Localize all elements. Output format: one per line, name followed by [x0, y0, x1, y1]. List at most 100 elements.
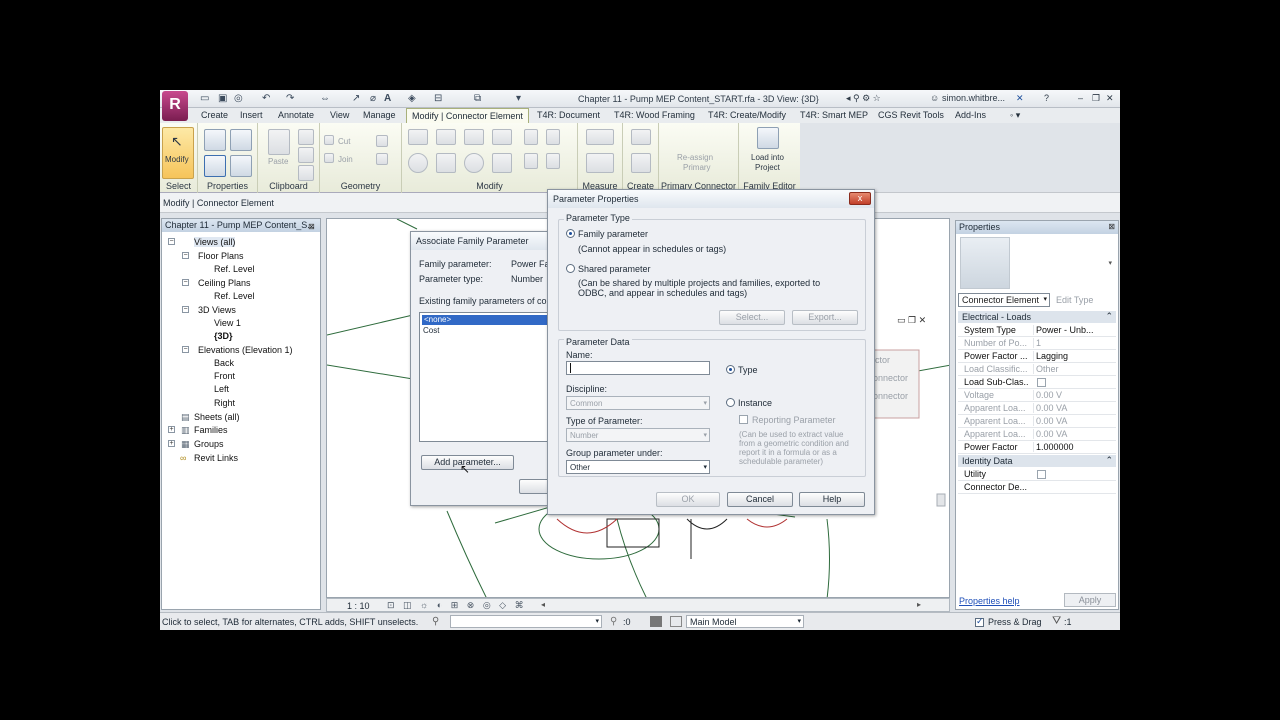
tab-t4r-create-modify[interactable]: T4R: Create/Modify [708, 110, 786, 120]
list-item[interactable]: Cost [423, 326, 439, 335]
view-3d-icon[interactable]: ◈ [408, 93, 416, 104]
instance-radio[interactable] [726, 398, 735, 407]
edit-type-button[interactable]: Edit Type [1056, 295, 1093, 305]
tab-annotate[interactable]: Annotate [278, 110, 314, 120]
tag-icon[interactable]: ⌀ [370, 93, 376, 104]
prop-row[interactable]: Voltage 0.00 V [958, 389, 1116, 402]
tab-t4r-smart-mep[interactable]: T4R: Smart MEP [800, 110, 868, 120]
sync-icon[interactable]: ◎ [234, 93, 243, 104]
family-parameter-option-label[interactable]: Family parameter [578, 229, 648, 239]
close-window-icon[interactable]: ✕ [1106, 93, 1114, 104]
prop-row[interactable]: Apparent Loa... 0.00 VA [958, 402, 1116, 415]
workset-icon[interactable]: ⚲ [432, 616, 439, 627]
scale-icon[interactable] [546, 153, 560, 169]
prop-row[interactable]: Power Factor 1.000000 [958, 441, 1116, 454]
application-menu-button[interactable]: R [162, 91, 188, 121]
design-option-dropdown[interactable]: Main Model ▾ [686, 615, 804, 628]
pin-icon[interactable] [546, 129, 560, 145]
reassign-label[interactable]: Re-assign [677, 153, 713, 162]
mirror-draw-icon[interactable] [492, 129, 512, 145]
reassign-label-2[interactable]: Primary [683, 163, 711, 172]
ribbon-options-icon[interactable]: ◦ ▾ [1010, 110, 1020, 121]
restore-icon[interactable]: ❐ [1092, 93, 1100, 104]
tab-manage[interactable]: Manage [363, 110, 396, 120]
prop-value[interactable]: 1 [1033, 338, 1105, 348]
design-options-icon[interactable] [650, 616, 662, 627]
model-icon[interactable] [670, 616, 682, 627]
undo-icon[interactable]: ↶ [262, 93, 270, 104]
split-icon[interactable] [524, 129, 538, 145]
tab-add-ins[interactable]: Add-Ins [955, 110, 986, 120]
tab-insert[interactable]: Insert [240, 110, 263, 120]
tree-elevations[interactable]: Elevations (Elevation 1) [198, 345, 293, 355]
shared-parameter-option-label[interactable]: Shared parameter [578, 264, 651, 274]
aligned-dimension-icon[interactable] [586, 153, 614, 173]
type-of-parameter-dropdown[interactable]: Number ▾ [566, 428, 710, 442]
cut-geometry-icon[interactable] [324, 135, 334, 145]
view-window-controls-icon[interactable]: ▭ ❐ ✕ [897, 315, 926, 326]
measure-between-icon[interactable] [586, 129, 614, 145]
type-radio[interactable] [726, 365, 735, 374]
panel-select-label[interactable]: Select [160, 181, 197, 191]
search-icon[interactable]: ◂ ⚲ ⚙ ☆ [846, 93, 881, 104]
create-similar-icon[interactable] [631, 129, 651, 145]
wall-joins-icon[interactable] [376, 135, 388, 147]
prop-row[interactable]: Power Factor ... Lagging [958, 350, 1116, 363]
tab-cgs-revit-tools[interactable]: CGS Revit Tools [878, 110, 944, 120]
tree-ceiling-ref-level[interactable]: Ref. Level [214, 291, 255, 301]
tree-view-3d[interactable]: {3D} [214, 331, 233, 341]
tree-elevation-left[interactable]: Left [214, 384, 229, 394]
type-radio-label[interactable]: Type [738, 365, 758, 375]
existing-parameters-list[interactable]: <none> Cost [419, 312, 553, 442]
group-identity-data[interactable]: Identity Data ⌃ [958, 455, 1116, 467]
properties-icon[interactable] [204, 155, 226, 177]
discipline-dropdown[interactable]: Common ▾ [566, 396, 710, 410]
tree-views-all[interactable]: Views (all) [194, 237, 236, 247]
list-item[interactable]: <none> [422, 315, 552, 325]
tree-families[interactable]: Families [194, 425, 228, 435]
prop-row[interactable]: Load Sub-Clas... [958, 376, 1116, 389]
prop-value[interactable]: 0.00 V [1033, 390, 1105, 400]
tree-elevation-back[interactable]: Back [214, 358, 234, 368]
apply-button[interactable]: Apply [1064, 593, 1116, 607]
load-into-label-2[interactable]: Project [755, 163, 780, 172]
prop-value[interactable]: 0.00 VA [1033, 403, 1105, 413]
view-scale[interactable]: 1 : 10 [347, 601, 370, 611]
close-browser-icon[interactable]: ⊠ [308, 222, 315, 231]
tree-groups[interactable]: Groups [194, 439, 224, 449]
collapse-group-icon[interactable]: ⌃ [1105, 311, 1113, 322]
prop-row[interactable]: Connector De... [958, 481, 1116, 494]
load-into-label[interactable]: Load into [751, 153, 784, 162]
collapse-3d-views-icon[interactable]: − [182, 306, 189, 313]
prop-row[interactable]: Utility [958, 468, 1116, 481]
tree-floor-plans[interactable]: Floor Plans [198, 251, 244, 261]
shared-parameter-radio[interactable] [566, 264, 575, 273]
panel-geometry-label[interactable]: Geometry [320, 181, 401, 191]
expand-groups-icon[interactable]: + [168, 440, 175, 447]
properties-help-link[interactable]: Properties help [959, 596, 1020, 606]
editable-only-icon[interactable]: ⚲ [610, 616, 617, 627]
ok-button[interactable]: OK [656, 492, 720, 507]
close-dialog-button[interactable]: x [849, 192, 871, 205]
rotate-icon[interactable] [464, 153, 484, 173]
scroll-right-icon[interactable]: ▸ [917, 600, 921, 609]
tab-t4r-document[interactable]: T4R: Document [537, 110, 600, 120]
array-icon[interactable] [524, 153, 538, 169]
redo-icon[interactable]: ↷ [286, 93, 294, 104]
scroll-left-icon[interactable]: ◂ [541, 600, 545, 609]
collapse-ceiling-plans-icon[interactable]: − [182, 279, 189, 286]
mirror-axis-icon[interactable] [464, 129, 484, 145]
reporting-parameter-label[interactable]: Reporting Parameter [752, 415, 836, 425]
cut-icon[interactable] [298, 129, 314, 145]
tree-revit-links[interactable]: Revit Links [194, 453, 238, 463]
tree-3d-views[interactable]: 3D Views [198, 305, 236, 315]
prop-value[interactable]: 0.00 VA [1033, 429, 1105, 439]
cancel-button[interactable]: Cancel [727, 492, 793, 507]
utility-checkbox[interactable] [1037, 470, 1046, 479]
tree-elevation-front[interactable]: Front [214, 371, 235, 381]
tree-elevation-right[interactable]: Right [214, 398, 235, 408]
reporting-parameter-checkbox[interactable] [739, 415, 748, 424]
prop-row[interactable]: Apparent Loa... 0.00 VA [958, 428, 1116, 441]
customize-qat-icon[interactable]: ▾ [516, 93, 521, 104]
text-icon[interactable]: A [384, 93, 391, 104]
